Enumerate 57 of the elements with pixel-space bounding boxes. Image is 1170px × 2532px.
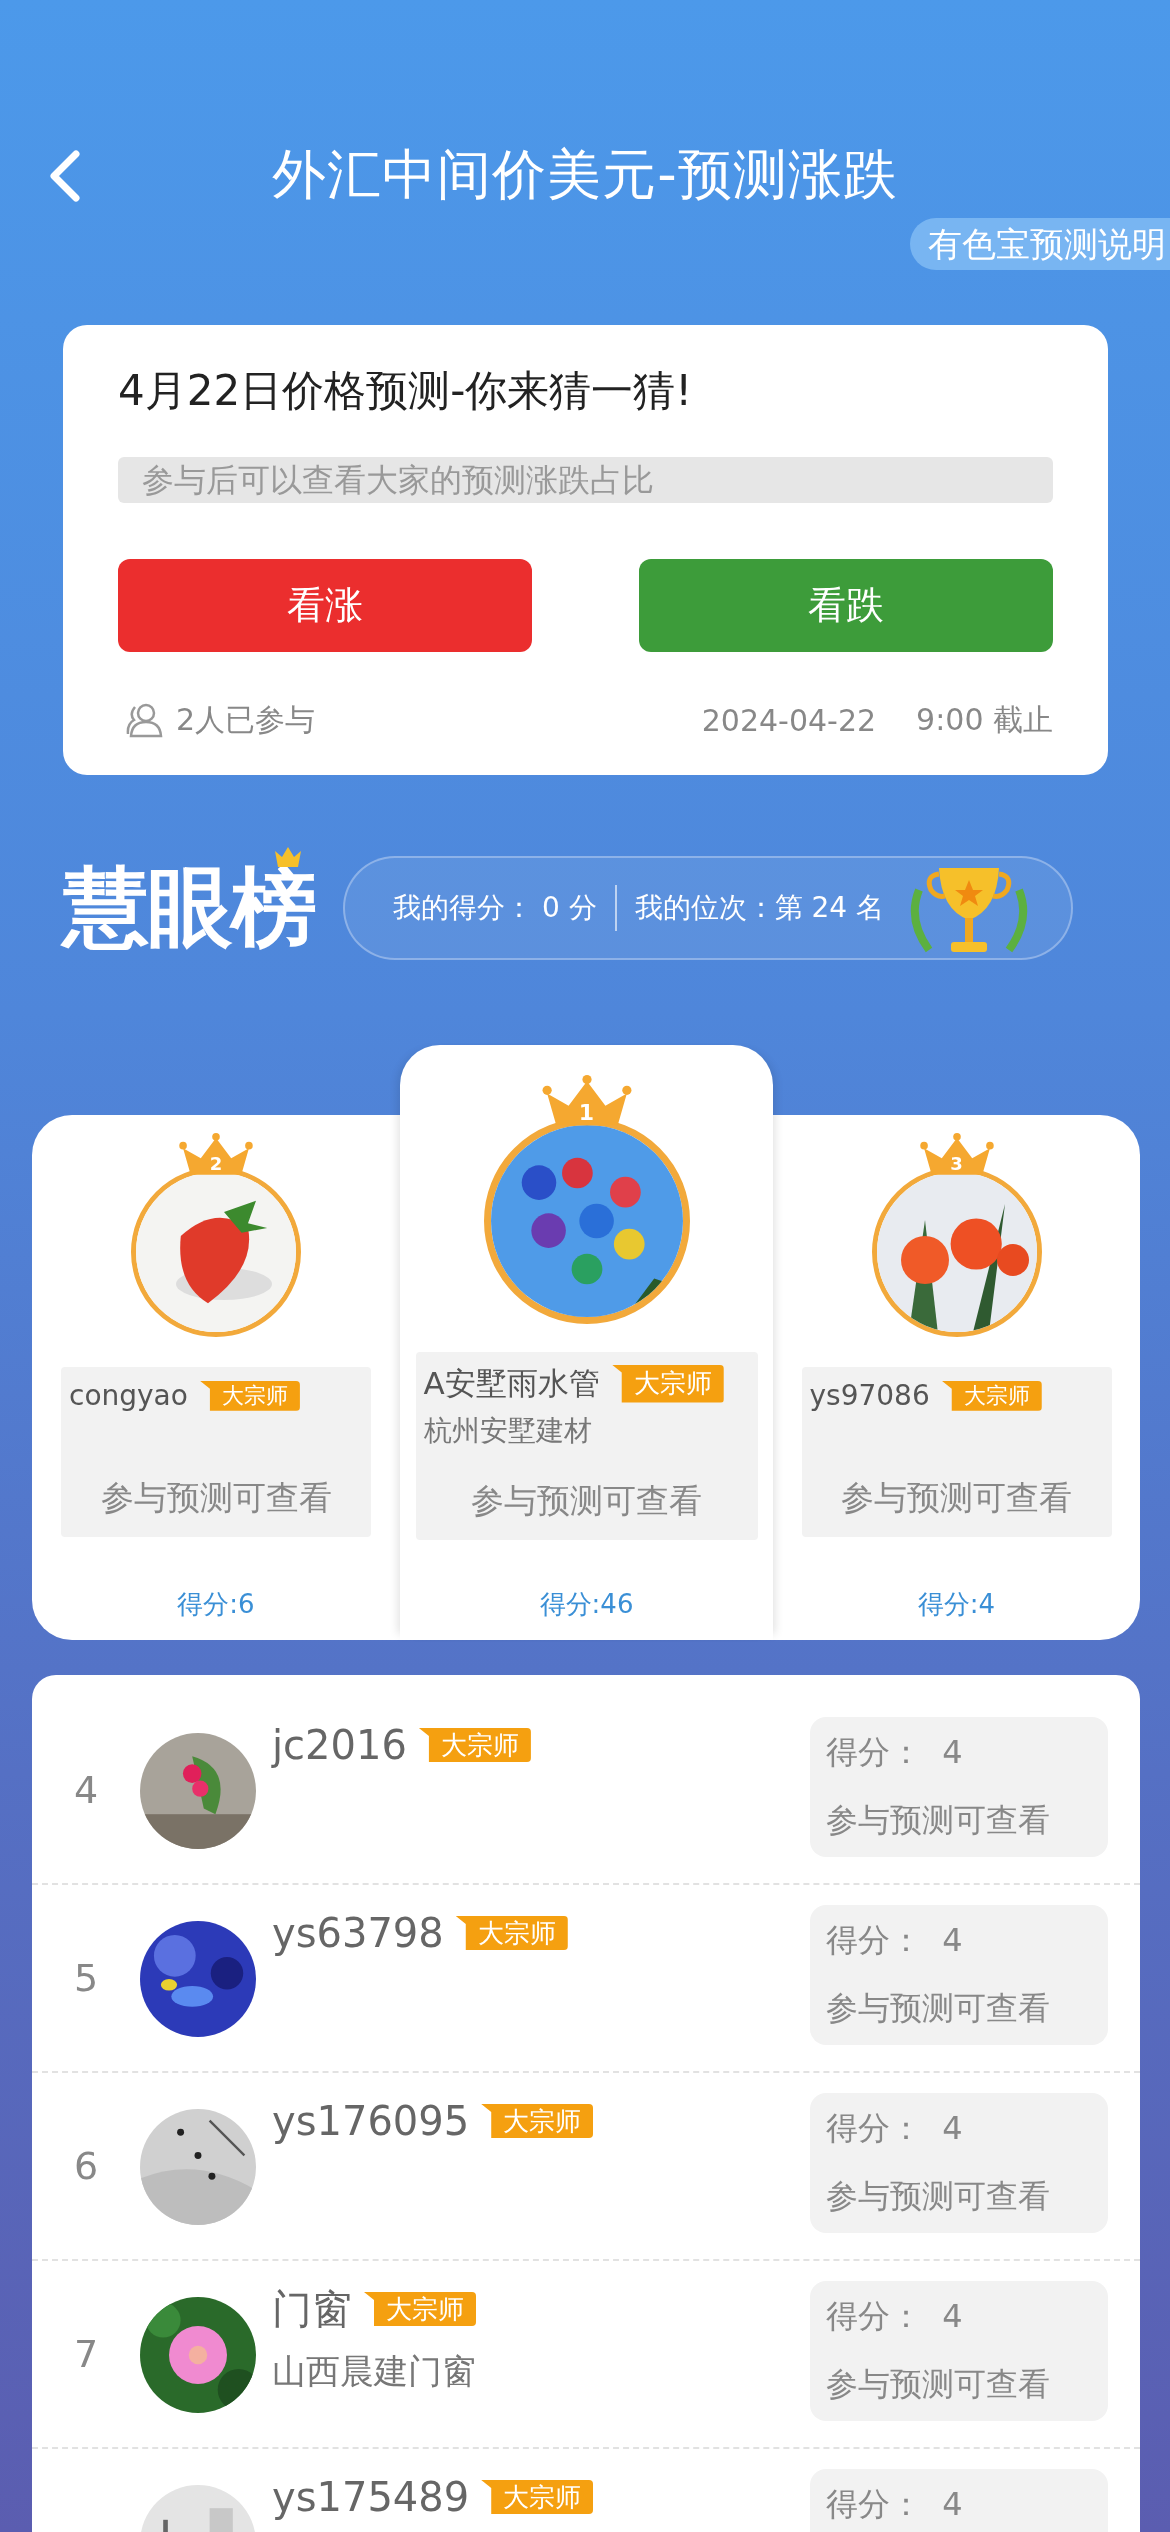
my-rank: 我的位次：第 24 名	[634, 889, 885, 926]
locked-prediction: 参与预测可查看	[840, 1476, 1073, 1519]
rank-number: 6	[72, 2144, 100, 2188]
my-score: 我的得分： 0 分	[393, 889, 597, 926]
info-link[interactable]: 有色宝预测说明	[910, 218, 1170, 270]
deadline-time: 9:00 截止	[916, 700, 1053, 739]
bearish-button[interactable]: 看跌	[639, 559, 1053, 652]
user-name: ys63798	[272, 1910, 444, 1956]
locked-prediction: 参与预测可查看	[826, 2364, 1051, 2405]
user-score: 得分： 4	[826, 2484, 964, 2525]
user-name: congyao	[69, 1379, 188, 1413]
prediction-title: 4月22日价格预测-你来猜一猜!	[118, 365, 694, 417]
crown-icon	[273, 845, 303, 867]
user-name: A安墅雨水管	[423, 1363, 600, 1403]
rank-badge: 大宗师	[199, 1380, 300, 1411]
rank-number: 4	[72, 1768, 100, 1812]
user-name: jc2016	[272, 1722, 407, 1768]
user-name: 门窗	[272, 2284, 352, 2334]
rank-badge: 大宗师	[418, 1728, 531, 1762]
rank-number: 7	[72, 2332, 100, 2376]
user-name: ys97086	[809, 1379, 930, 1413]
page-title: 外汇中间价美元-预测涨跌	[272, 142, 898, 208]
crown-icon	[178, 1133, 254, 1175]
bullish-button[interactable]: 看涨	[118, 559, 532, 652]
rank-badge: 大宗师	[941, 1380, 1042, 1411]
hint-text: 参与后可以查看大家的预测涨跌占比	[118, 457, 1053, 503]
rank-number: 3	[950, 1154, 963, 1173]
deadline-date: 2024-04-22	[701, 702, 877, 738]
user-company: 山西晨建门窗	[272, 2350, 477, 2393]
locked-prediction: 参与预测可查看	[826, 1800, 1051, 1841]
rank-badge: 大宗师	[611, 1364, 724, 1403]
locked-prediction: 参与预测可查看	[826, 2176, 1051, 2217]
rank-badge: 大宗师	[455, 1916, 568, 1950]
rank-badge: 大宗师	[364, 2292, 476, 2326]
back-icon[interactable]	[48, 150, 82, 202]
user-company: 杭州安墅建材	[423, 1412, 593, 1449]
user-score: 得分： 4	[826, 1732, 964, 1773]
people-icon	[126, 702, 164, 738]
locked-prediction: 参与预测可查看	[470, 1479, 703, 1522]
user-score: 得分:6	[176, 1588, 256, 1621]
locked-prediction: 参与预测可查看	[826, 1988, 1051, 2029]
participant-count: 2人已参与	[176, 700, 316, 739]
user-name: ys175489	[272, 2474, 470, 2520]
user-name: ys176095	[272, 2098, 470, 2144]
user-score: 得分:46	[538, 1588, 635, 1621]
locked-prediction: 参与预测可查看	[99, 1476, 333, 1519]
rank-number: 1	[578, 1101, 595, 1124]
user-score: 得分： 4	[826, 2108, 964, 2149]
crown-icon	[540, 1075, 633, 1126]
rank-number: 2	[209, 1154, 223, 1173]
user-score: 得分： 4	[826, 2296, 964, 2337]
user-score: 得分:4	[916, 1588, 997, 1621]
crown-icon	[918, 1133, 995, 1175]
rank-badge: 大宗师	[481, 2104, 594, 2138]
rank-badge: 大宗师	[481, 2480, 594, 2514]
user-score: 得分： 4	[826, 1920, 964, 1961]
rank-number: 5	[72, 1956, 100, 2000]
